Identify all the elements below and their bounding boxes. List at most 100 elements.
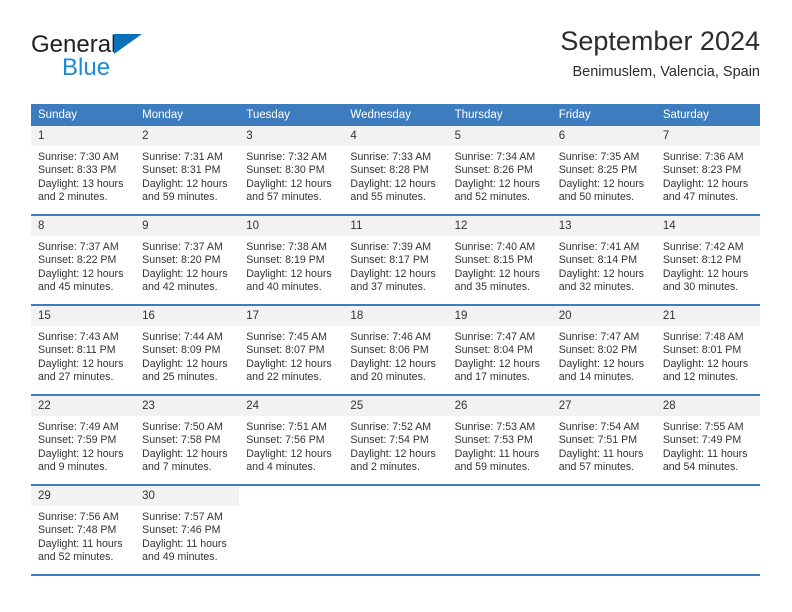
- calendar-day-cell[interactable]: 1 Sunrise: 7:30 AM Sunset: 8:33 PM Daylight…: [31, 126, 136, 216]
- sunrise-text: Sunrise: 7:37 AM: [38, 241, 119, 253]
- calendar-day-cell[interactable]: 25 Sunrise: 7:52 AM Sunset: 7:54 PM Dayligh…: [343, 395, 448, 486]
- calendar-table: Sunday Monday Tuesday Wednesday Thursday…: [31, 104, 760, 576]
- sunset-text: Sunset: 8:12 PM: [662, 254, 742, 267]
- calendar-day-cell[interactable]: 26 Sunrise: 7:53 AM Sunset: 7:53 PM Dayligh…: [447, 395, 552, 486]
- day-details: Sunrise: 7:46 AM Sunset: 8:06 PM Daylight:…: [343, 326, 447, 385]
- calendar-body: 1 Sunrise: 7:30 AM Sunset: 8:33 PM Daylight…: [31, 126, 760, 576]
- day-number: 4: [343, 126, 448, 146]
- day-number: [447, 486, 552, 506]
- day-details: Sunrise: 7:37 AM Sunset: 8:20 PM Daylight:…: [135, 236, 239, 295]
- day-number: 6: [551, 126, 656, 146]
- calendar-day-cell[interactable]: 28 Sunrise: 7:55 AM Sunset: 7:49 PM Dayligh…: [655, 395, 760, 486]
- calendar-day-cell[interactable]: 2 Sunrise: 7:31 AM Sunset: 8:31 PM Daylight…: [135, 126, 240, 216]
- weekday-header-friday: Friday: [551, 104, 656, 126]
- calendar-day-cell[interactable]: 29 Sunrise: 7:56 AM Sunset: 7:48 PM Dayligh…: [31, 485, 136, 576]
- sunrise-text: Sunrise: 7:57 AM: [142, 511, 223, 523]
- calendar-week-row: 8 Sunrise: 7:37 AM Sunset: 8:22 PM Daylight…: [31, 215, 760, 306]
- day-cell-inner: 11 Sunrise: 7:39 AM Sunset: 8:17 PM Dayligh…: [343, 216, 448, 304]
- sunset-text: Sunset: 8:14 PM: [558, 254, 638, 267]
- calendar-day-cell[interactable]: 4 Sunrise: 7:33 AM Sunset: 8:28 PM Daylight…: [343, 126, 448, 216]
- day-number: 15: [31, 306, 136, 326]
- calendar-day-cell[interactable]: 30 Sunrise: 7:57 AM Sunset: 7:46 PM Dayligh…: [135, 485, 240, 576]
- daylight-text: Daylight: 13 hours and 2 minutes.: [38, 177, 124, 204]
- daylight-text: Daylight: 12 hours and 22 minutes.: [246, 357, 332, 384]
- day-details: Sunrise: 7:57 AM Sunset: 7:46 PM Daylight:…: [135, 506, 239, 565]
- calendar-day-cell[interactable]: 5 Sunrise: 7:34 AM Sunset: 8:26 PM Daylight…: [447, 126, 552, 216]
- day-number: 16: [135, 306, 240, 326]
- day-details: Sunrise: 7:36 AM Sunset: 8:23 PM Daylight:…: [656, 146, 760, 205]
- sunset-text: Sunset: 8:06 PM: [350, 344, 429, 357]
- calendar-day-cell[interactable]: 7 Sunrise: 7:36 AM Sunset: 8:23 PM Daylight…: [655, 126, 760, 216]
- calendar-day-cell[interactable]: 22 Sunrise: 7:49 AM Sunset: 7:59 PM Dayligh…: [31, 395, 136, 486]
- day-cell-inner: [655, 486, 760, 574]
- day-cell-inner: 10 Sunrise: 7:38 AM Sunset: 8:19 PM Dayligh…: [239, 216, 344, 304]
- sunrise-text: Sunrise: 7:31 AM: [142, 151, 223, 163]
- day-cell-inner: 12 Sunrise: 7:40 AM Sunset: 8:15 PM Dayligh…: [447, 216, 552, 304]
- sunset-text: Sunset: 8:07 PM: [246, 344, 325, 357]
- day-cell-inner: [343, 486, 448, 574]
- day-number: [655, 486, 760, 506]
- calendar-day-cell[interactable]: 11 Sunrise: 7:39 AM Sunset: 8:17 PM Dayligh…: [343, 215, 448, 306]
- calendar-day-cell[interactable]: 3 Sunrise: 7:32 AM Sunset: 8:30 PM Daylight…: [239, 126, 344, 216]
- page-header: General Blue September 2024 Benimuslem, …: [31, 24, 760, 90]
- calendar-day-cell[interactable]: 27 Sunrise: 7:54 AM Sunset: 7:51 PM Dayligh…: [551, 395, 656, 486]
- calendar-cell-empty: [343, 485, 448, 576]
- sunrise-text: Sunrise: 7:35 AM: [558, 151, 640, 163]
- day-cell-inner: 9 Sunrise: 7:37 AM Sunset: 8:20 PM Daylight…: [135, 216, 240, 304]
- day-details: Sunrise: 7:35 AM Sunset: 8:25 PM Daylight:…: [552, 146, 656, 205]
- day-number: 17: [239, 306, 344, 326]
- day-cell-inner: 13 Sunrise: 7:41 AM Sunset: 8:14 PM Dayligh…: [551, 216, 656, 304]
- daylight-text: Daylight: 12 hours and 35 minutes.: [454, 267, 540, 294]
- brand-logo[interactable]: General Blue: [31, 32, 231, 84]
- sunrise-text: Sunrise: 7:37 AM: [142, 241, 223, 253]
- calendar-day-cell[interactable]: 20 Sunrise: 7:47 AM Sunset: 8:02 PM Dayligh…: [551, 305, 656, 396]
- calendar-day-cell[interactable]: 23 Sunrise: 7:50 AM Sunset: 7:58 PM Dayligh…: [135, 395, 240, 486]
- day-details: Sunrise: 7:53 AM Sunset: 7:53 PM Daylight:…: [448, 416, 552, 475]
- day-details: Sunrise: 7:51 AM Sunset: 7:56 PM Daylight:…: [239, 416, 343, 475]
- calendar-day-cell[interactable]: 15 Sunrise: 7:43 AM Sunset: 8:11 PM Dayligh…: [31, 305, 136, 396]
- calendar-day-cell[interactable]: 17 Sunrise: 7:45 AM Sunset: 8:07 PM Dayligh…: [239, 305, 344, 396]
- sunset-text: Sunset: 8:31 PM: [142, 164, 221, 177]
- calendar-day-cell[interactable]: 12 Sunrise: 7:40 AM Sunset: 8:15 PM Dayligh…: [447, 215, 552, 306]
- weekday-header-thursday: Thursday: [447, 104, 552, 126]
- sunset-text: Sunset: 8:04 PM: [454, 344, 533, 357]
- day-details: [239, 506, 343, 511]
- calendar-cell-empty: [551, 485, 656, 576]
- sunrise-text: Sunrise: 7:34 AM: [454, 151, 536, 163]
- weekday-header-monday: Monday: [135, 104, 240, 126]
- sunset-text: Sunset: 7:54 PM: [350, 434, 429, 447]
- day-cell-inner: [239, 486, 344, 574]
- day-details: Sunrise: 7:34 AM Sunset: 8:26 PM Daylight:…: [448, 146, 552, 205]
- day-number: 2: [135, 126, 240, 146]
- sunset-text: Sunset: 8:09 PM: [142, 344, 221, 357]
- calendar-day-cell[interactable]: 6 Sunrise: 7:35 AM Sunset: 8:25 PM Daylight…: [551, 126, 656, 216]
- calendar-day-cell[interactable]: 24 Sunrise: 7:51 AM Sunset: 7:56 PM Dayligh…: [239, 395, 344, 486]
- calendar-day-cell[interactable]: 10 Sunrise: 7:38 AM Sunset: 8:19 PM Dayligh…: [239, 215, 344, 306]
- day-details: [448, 506, 552, 511]
- calendar-day-cell[interactable]: 13 Sunrise: 7:41 AM Sunset: 8:14 PM Dayligh…: [551, 215, 656, 306]
- sunrise-text: Sunrise: 7:45 AM: [246, 331, 327, 343]
- sunset-text: Sunset: 8:25 PM: [558, 164, 638, 177]
- day-number: 21: [655, 306, 760, 326]
- daylight-text: Daylight: 12 hours and 40 minutes.: [246, 267, 332, 294]
- calendar-day-cell[interactable]: 18 Sunrise: 7:46 AM Sunset: 8:06 PM Dayligh…: [343, 305, 448, 396]
- day-number: 25: [343, 396, 448, 416]
- sunset-text: Sunset: 8:33 PM: [38, 164, 117, 177]
- calendar-day-cell[interactable]: 9 Sunrise: 7:37 AM Sunset: 8:20 PM Daylight…: [135, 215, 240, 306]
- day-details: Sunrise: 7:32 AM Sunset: 8:30 PM Daylight:…: [239, 146, 343, 205]
- day-number: 23: [135, 396, 240, 416]
- daylight-text: Daylight: 12 hours and 55 minutes.: [350, 177, 436, 204]
- calendar-day-cell[interactable]: 21 Sunrise: 7:48 AM Sunset: 8:01 PM Dayligh…: [655, 305, 760, 396]
- day-details: Sunrise: 7:39 AM Sunset: 8:17 PM Daylight:…: [343, 236, 447, 295]
- daylight-text: Daylight: 12 hours and 20 minutes.: [350, 357, 436, 384]
- day-cell-inner: 2 Sunrise: 7:31 AM Sunset: 8:31 PM Daylight…: [135, 126, 240, 214]
- brand-name-blue: Blue: [62, 54, 111, 81]
- calendar-day-cell[interactable]: 8 Sunrise: 7:37 AM Sunset: 8:22 PM Daylight…: [31, 215, 136, 306]
- day-number: 8: [31, 216, 136, 236]
- day-cell-inner: 1 Sunrise: 7:30 AM Sunset: 8:33 PM Daylight…: [31, 126, 136, 214]
- calendar-day-cell[interactable]: 19 Sunrise: 7:47 AM Sunset: 8:04 PM Dayligh…: [447, 305, 552, 396]
- calendar-day-cell[interactable]: 14 Sunrise: 7:42 AM Sunset: 8:12 PM Dayligh…: [655, 215, 760, 306]
- calendar-day-cell[interactable]: 16 Sunrise: 7:44 AM Sunset: 8:09 PM Dayligh…: [135, 305, 240, 396]
- day-cell-inner: 21 Sunrise: 7:48 AM Sunset: 8:01 PM Dayligh…: [655, 306, 760, 394]
- daylight-text: Daylight: 12 hours and 52 minutes.: [454, 177, 540, 204]
